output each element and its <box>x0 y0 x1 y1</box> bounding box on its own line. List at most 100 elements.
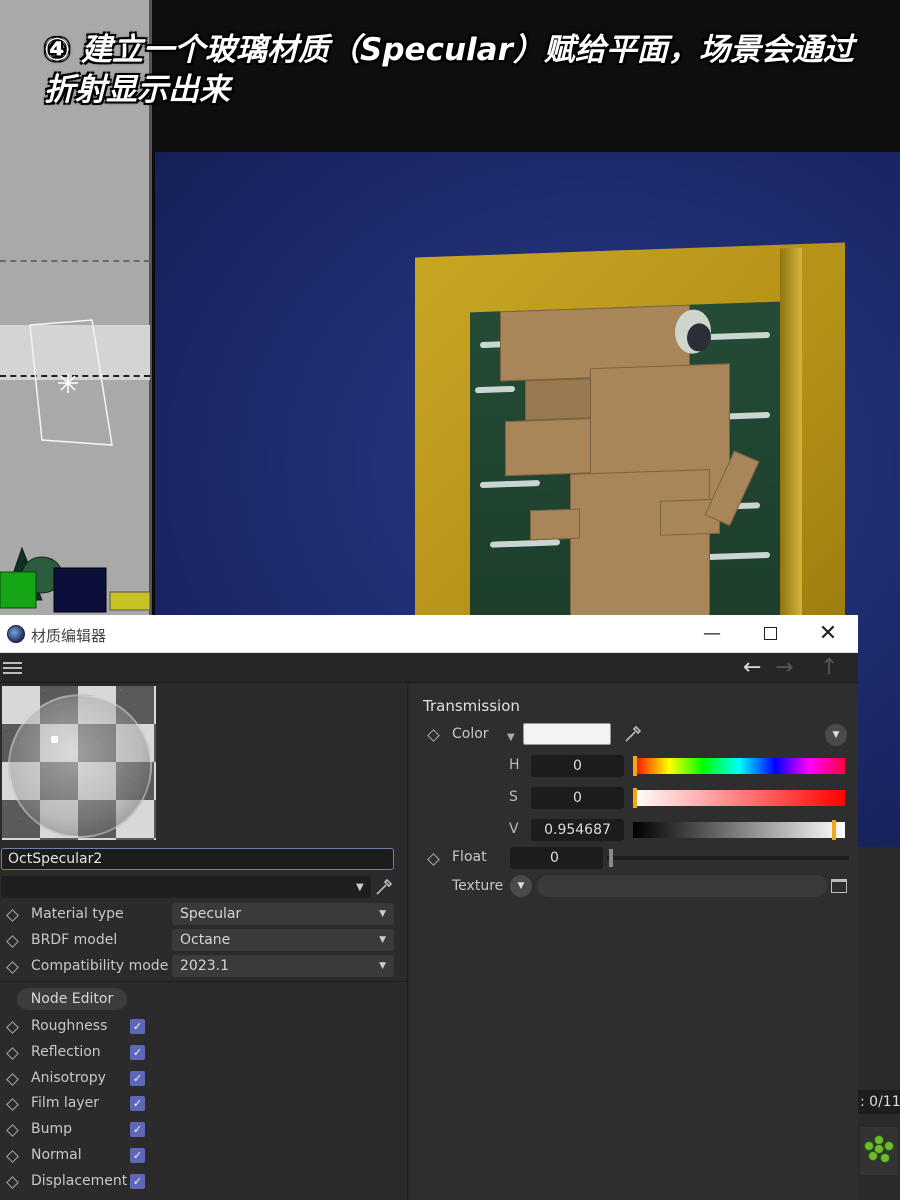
cloud <box>490 539 560 548</box>
up-arrow-icon[interactable]: ↑ <box>820 655 838 681</box>
chevron-down-icon: ▼ <box>379 961 386 971</box>
forward-arrow-icon[interactable]: → <box>775 655 793 681</box>
picture-frame-side <box>780 247 802 669</box>
chevron-down-icon[interactable]: ▼ <box>356 882 364 893</box>
cloud <box>475 385 515 394</box>
slider-knob[interactable] <box>831 820 836 840</box>
close-button[interactable]: ✕ <box>808 621 848 647</box>
cluster-dot <box>884 1141 894 1151</box>
material-preview[interactable] <box>2 686 156 840</box>
back-arrow-icon[interactable]: ← <box>743 655 761 681</box>
keyframe-diamond-icon[interactable] <box>6 961 19 974</box>
channel-row: Film layer ✓ <box>0 1092 408 1116</box>
color-label: Color <box>452 726 489 742</box>
keyframe-diamond-icon[interactable] <box>6 935 19 948</box>
dino-eye <box>675 308 711 355</box>
channel-checkbox[interactable]: ✓ <box>130 1096 145 1111</box>
keyframe-diamond-icon[interactable] <box>427 729 440 742</box>
channel-label: Normal <box>31 1147 82 1163</box>
node-editor-button[interactable]: Node Editor <box>17 988 127 1010</box>
keyframe-diamond-icon[interactable] <box>6 1021 19 1034</box>
slider-knob[interactable] <box>633 756 637 776</box>
channel-label: Reflection <box>31 1044 101 1060</box>
param-brdf-model: BRDF model Octane ▼ <box>0 929 408 953</box>
material-type-select[interactable]: Specular ▼ <box>172 903 394 925</box>
blue-cube-object[interactable] <box>53 567 107 613</box>
maximize-icon <box>763 627 777 640</box>
chevron-down-icon[interactable]: ▼ <box>507 732 515 743</box>
texture-slot[interactable] <box>537 875 827 897</box>
slider-knob[interactable] <box>609 849 613 867</box>
compatibility-mode-select[interactable]: 2023.1 ▼ <box>172 955 394 977</box>
keyframe-diamond-icon[interactable] <box>6 1176 19 1189</box>
tutorial-caption: ④ 建立一个玻璃材质（Specular）赋给平面，场景会通过折射显示出来 <box>44 32 854 108</box>
param-label: Compatibility mode <box>31 958 169 974</box>
preview-highlight <box>51 736 58 743</box>
channel-checkbox[interactable]: ✓ <box>130 1174 145 1189</box>
channel-label: Roughness <box>31 1018 108 1034</box>
slider-knob[interactable] <box>633 788 637 808</box>
folder-icon[interactable] <box>831 879 847 893</box>
material-layer-dropdown[interactable] <box>1 876 371 898</box>
keyframe-diamond-icon[interactable] <box>6 1150 19 1163</box>
value-slider[interactable] <box>633 820 845 840</box>
cluster-dot <box>874 1144 884 1154</box>
material-name-input[interactable]: OctSpecular2 <box>1 848 394 870</box>
channel-label: Anisotropy <box>31 1070 106 1086</box>
texture-label: Texture <box>452 878 504 894</box>
hue-input[interactable]: 0 <box>531 755 624 777</box>
channel-row: Bump ✓ <box>0 1118 408 1142</box>
window-titlebar[interactable]: 材质编辑器 — ✕ <box>0 615 858 653</box>
chevron-down-icon: ▼ <box>379 909 386 919</box>
cloud <box>700 551 770 561</box>
eyedropper-icon[interactable] <box>623 724 643 744</box>
divider <box>0 981 408 982</box>
channel-row: Reflection ✓ <box>0 1041 408 1065</box>
cluster-dot <box>864 1141 874 1151</box>
dino-arm <box>530 508 580 541</box>
cylinder-object[interactable] <box>109 591 150 611</box>
channel-checkbox[interactable]: ✓ <box>130 1122 145 1137</box>
green-cube-object[interactable] <box>0 571 37 609</box>
cluster-object-icon[interactable] <box>860 1127 898 1175</box>
value-input[interactable]: 0.954687 <box>531 819 624 841</box>
channel-checkbox[interactable]: ✓ <box>130 1148 145 1163</box>
float-slider[interactable] <box>607 856 849 860</box>
select-value: Octane <box>180 932 231 948</box>
saturation-slider[interactable] <box>633 788 845 808</box>
material-left-pane: OctSpecular2 ▼ Material type Specular ▼ B… <box>0 683 408 1200</box>
screenshot-root: ④ 建立一个玻璃材质（Specular）赋给平面，场景会通过折射显示出来 材质编… <box>0 0 900 1200</box>
color-swatch[interactable] <box>523 723 611 745</box>
channel-label: Bump <box>31 1121 73 1137</box>
float-input[interactable]: 0 <box>510 847 603 869</box>
keyframe-diamond-icon[interactable] <box>6 1047 19 1060</box>
window-title: 材质编辑器 <box>31 627 107 645</box>
keyframe-diamond-icon[interactable] <box>6 1124 19 1137</box>
keyframe-diamond-icon[interactable] <box>6 909 19 922</box>
menu-icon[interactable] <box>3 662 22 674</box>
eyedropper-icon[interactable] <box>374 877 394 897</box>
material-editor-window: 材质编辑器 — ✕ ← → ↑ OctSpecular2 ▼ Material … <box>0 615 858 1200</box>
keyframe-diamond-icon[interactable] <box>6 1073 19 1086</box>
channel-label: Displacement <box>31 1173 128 1189</box>
section-title: Transmission <box>423 697 520 715</box>
float-label: Float <box>452 849 487 865</box>
light-icon[interactable] <box>58 373 78 393</box>
keyframe-diamond-icon[interactable] <box>6 1098 19 1111</box>
channel-checkbox[interactable]: ✓ <box>130 1071 145 1086</box>
texture-dropdown[interactable]: ▼ <box>510 875 532 897</box>
saturation-input[interactable]: 0 <box>531 787 624 809</box>
minimize-button[interactable]: — <box>692 621 732 647</box>
channel-row: Displacement ✓ <box>0 1170 408 1194</box>
channel-checkbox[interactable]: ✓ <box>130 1019 145 1034</box>
hue-slider[interactable] <box>633 756 845 776</box>
keyframe-diamond-icon[interactable] <box>427 853 440 866</box>
hue-label: H <box>509 757 520 773</box>
preview-sphere <box>8 694 152 838</box>
channel-checkbox[interactable]: ✓ <box>130 1045 145 1060</box>
brdf-model-select[interactable]: Octane ▼ <box>172 929 394 951</box>
saturation-label: S <box>509 789 518 805</box>
channel-row: Roughness ✓ <box>0 1015 408 1039</box>
maximize-button[interactable] <box>750 621 790 647</box>
color-mode-dropdown[interactable]: ▼ <box>825 724 847 746</box>
